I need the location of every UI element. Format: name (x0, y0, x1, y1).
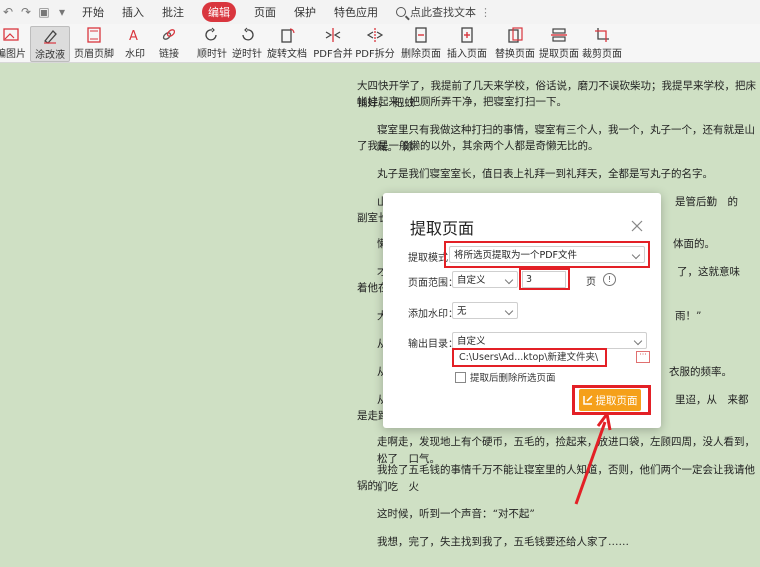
path-highlight (452, 348, 607, 367)
doc-line: 体面的。 (673, 238, 715, 250)
more-menu-icon[interactable]: ⋮ (480, 6, 491, 19)
tool-pdf-merge[interactable]: PDF合并 (313, 26, 353, 60)
tool-delete-page[interactable]: 删除页面 (401, 26, 441, 60)
tool-crop-page[interactable]: 裁剪页面 (582, 26, 622, 60)
correction-pen-icon (44, 30, 57, 44)
dropdown-icon[interactable]: ▾ (56, 5, 68, 19)
tool-label: 顺时针 (197, 49, 227, 60)
watermark-label: 添加水印： (408, 309, 458, 320)
tool-correction-pen[interactable]: 涂改液 (30, 26, 70, 62)
close-icon[interactable] (631, 220, 643, 232)
header-footer-icon (87, 27, 101, 43)
insert-page-icon (461, 27, 473, 43)
link-icon (162, 29, 176, 40)
doc-line: 了我是一般懒的以外，其余两个人都是奇懒无比的。 (357, 140, 599, 152)
info-icon[interactable]: ! (603, 273, 616, 286)
tool-insert-page[interactable]: 插入页面 (446, 26, 488, 60)
doc-line: 丸子是我们寝室室长，值日表上礼拜一到礼拜天，全都是写丸子的名字。 (377, 168, 713, 180)
output-value: 自定义 (457, 336, 486, 347)
tool-label: PDF拆分 (355, 49, 395, 60)
mode-highlight (444, 241, 650, 268)
tool-label: 涂改液 (35, 50, 65, 61)
tool-extract-page[interactable]: 提取页面 (539, 26, 579, 60)
tool-label: 页眉页脚 (74, 49, 114, 60)
menu-start[interactable]: 开始 (82, 4, 104, 20)
replace-page-icon (508, 27, 523, 43)
menu-page[interactable]: 页面 (254, 4, 276, 20)
watermark-value: 无 (457, 306, 467, 317)
rotate-doc-icon (281, 28, 295, 43)
tool-rotate-cw[interactable]: 顺时针 (197, 26, 227, 60)
range-label: 页面范围： (408, 278, 458, 289)
tool-link[interactable]: 链接 (156, 26, 182, 60)
tool-rotate-doc[interactable]: 旋转文档 (267, 26, 307, 60)
range-value: 自定义 (457, 275, 486, 286)
tool-label: 逆时针 (232, 49, 262, 60)
tool-replace-page[interactable]: 替换页面 (495, 26, 535, 60)
rotate-ccw-icon (242, 27, 254, 41)
delete-after-checkbox[interactable] (455, 372, 466, 383)
menu-insert[interactable]: 插入 (122, 4, 144, 20)
tool-label: PDF合并 (313, 49, 353, 60)
dialog-title: 提取页面 (410, 219, 475, 238)
doc-line: 雨！” (675, 310, 702, 322)
tool-label: 水印 (125, 49, 145, 60)
pdf-split-icon (366, 28, 384, 42)
menu-bar: ↶ ↷ ▣ ▾ 开始 插入 批注 编辑 页面 保护 特色应用 点此查找文本 ⋮ (0, 0, 760, 24)
browse-button[interactable]: ··· (636, 351, 650, 363)
tool-label: 编图片 (0, 49, 26, 60)
redo-icon[interactable]: ↷ (20, 5, 32, 19)
range-select[interactable]: 自定义 (452, 271, 518, 288)
save-icon[interactable]: ▣ (38, 5, 50, 19)
delete-page-icon (415, 27, 427, 43)
annotation-arrow-icon (574, 412, 612, 505)
tool-edit-image[interactable]: 编图片 (0, 26, 26, 60)
chevron-down-icon (504, 275, 514, 285)
doc-line: 是管后勤 的 (675, 196, 738, 208)
tool-watermark[interactable]: A 水印 (122, 26, 148, 60)
chevron-down-icon (504, 306, 514, 316)
rotate-cw-icon (205, 27, 217, 41)
doc-line: 衣服的频率。 (669, 366, 732, 378)
output-label: 输出目录： (408, 339, 458, 350)
tool-pdf-split[interactable]: PDF拆分 (355, 26, 395, 60)
svg-text:A: A (129, 29, 138, 43)
menu-comment[interactable]: 批注 (162, 4, 184, 20)
watermark-select[interactable]: 无 (452, 302, 518, 319)
search-box[interactable]: 点此查找文本 ⋮ (396, 4, 491, 20)
doc-line: 这时候，听到一个声音：“对不起” (377, 508, 535, 520)
output-select[interactable]: 自定义 (452, 332, 647, 349)
undo-icon[interactable]: ↶ (2, 5, 14, 19)
range-highlight (519, 268, 570, 290)
page-unit: 页 (586, 277, 596, 288)
doc-line: 里迢，从 来都 (675, 394, 749, 406)
crop-page-icon (595, 28, 609, 42)
search-icon (396, 7, 406, 17)
extract-page-icon (551, 28, 567, 42)
tool-label: 提取页面 (539, 49, 579, 60)
tool-label: 旋转文档 (267, 49, 307, 60)
tool-label: 替换页面 (495, 49, 535, 60)
tool-label: 插入页面 (447, 49, 487, 60)
tool-label: 删除页面 (401, 49, 441, 60)
doc-line: 我想，完了，失主找到我了，五毛钱要还给人家了…… (377, 536, 629, 548)
doc-line: 了，这就意味 (677, 266, 740, 278)
chevron-down-icon (633, 336, 643, 346)
tool-header-footer[interactable]: 页眉页脚 (74, 26, 114, 60)
delete-after-label: 提取后删除所选页面 (470, 373, 556, 384)
watermark-icon: A (129, 29, 138, 43)
toolbar: 编图片 涂改液 页眉页脚 A 水印 链接 顺时针 逆时针 旋转文档 PDF合并 … (0, 24, 760, 63)
tool-label: 裁剪页面 (582, 49, 622, 60)
doc-line: 帐挂起来，把厕所弄干净，把寝室打扫一下。 (357, 96, 567, 108)
menu-protect[interactable]: 保护 (294, 4, 316, 20)
menu-features[interactable]: 特色应用 (334, 4, 378, 20)
image-icon (3, 28, 19, 41)
pdf-merge-icon (325, 28, 341, 42)
search-label: 点此查找文本 (410, 6, 476, 19)
menu-edit[interactable]: 编辑 (202, 2, 236, 22)
quick-access-bar: ↶ ↷ ▣ ▾ (0, 5, 68, 19)
tool-label: 链接 (159, 49, 179, 60)
tool-rotate-ccw[interactable]: 逆时针 (232, 26, 262, 60)
doc-line: 锅的。 (357, 480, 389, 492)
